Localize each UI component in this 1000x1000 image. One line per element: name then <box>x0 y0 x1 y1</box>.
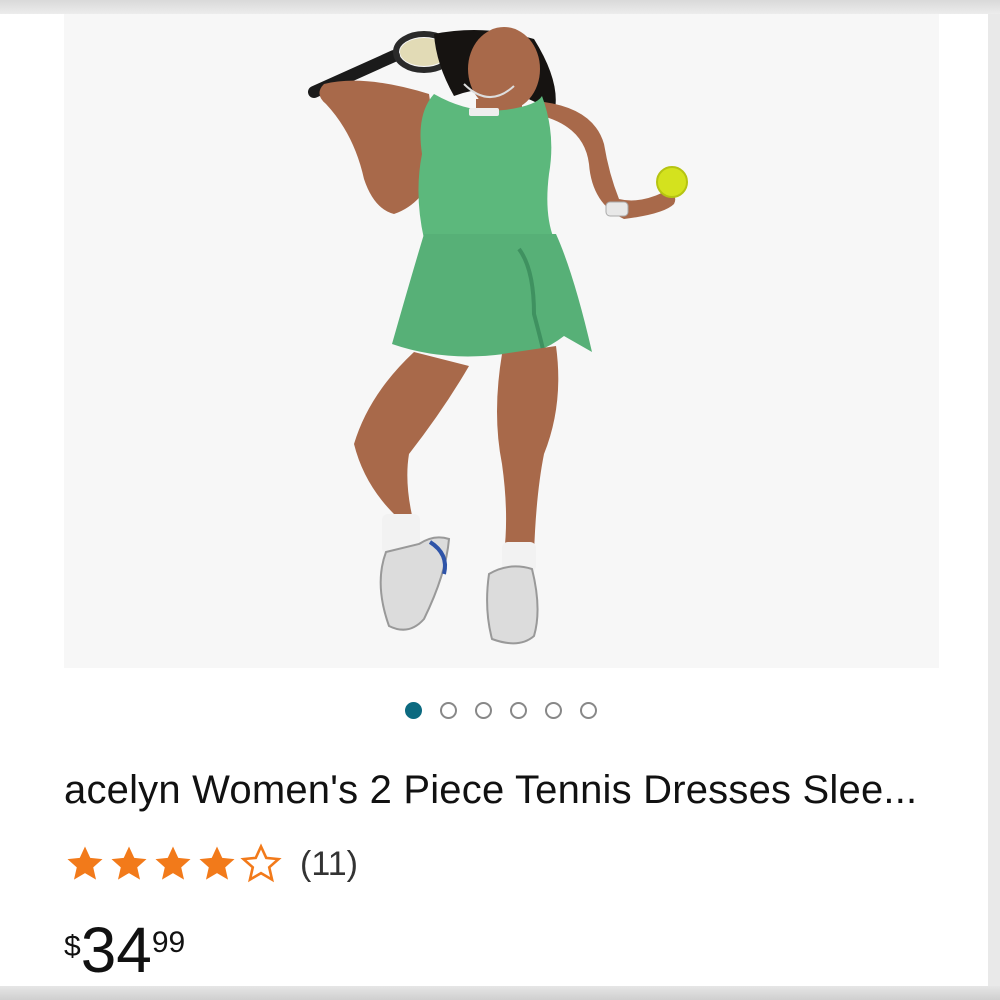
image-carousel-dots <box>0 702 988 726</box>
carousel-dot-4[interactable] <box>510 702 527 719</box>
product-photo-icon <box>308 27 688 645</box>
price-currency: $ <box>64 930 81 963</box>
tennis-ball-icon <box>656 166 688 198</box>
carousel-dot-6[interactable] <box>580 702 597 719</box>
star-full-icon <box>155 846 191 880</box>
star-empty-icon <box>240 843 282 883</box>
carousel-dot-3[interactable] <box>475 702 492 719</box>
carousel-dot-2[interactable] <box>440 702 457 719</box>
bottom-edge <box>0 986 1000 1000</box>
rating-row[interactable]: (11) <box>64 840 358 888</box>
price-whole: 34 <box>80 914 152 986</box>
star-rating <box>64 843 282 885</box>
star-full-icon <box>67 846 103 880</box>
product-title[interactable]: acelyn Women's 2 Piece Tennis Dresses Sl… <box>64 768 954 813</box>
top-edge <box>0 0 1000 14</box>
review-count[interactable]: (11) <box>300 845 358 884</box>
carousel-dot-5[interactable] <box>545 702 562 719</box>
price-fraction: 99 <box>151 926 186 959</box>
star-full-icon <box>199 846 235 880</box>
product-card: acelyn Women's 2 Piece Tennis Dresses Sl… <box>0 14 988 986</box>
right-edge <box>988 14 1000 986</box>
price: $ 34 99 <box>64 918 185 982</box>
carousel-dot-1[interactable] <box>405 702 422 719</box>
product-image[interactable] <box>64 14 939 668</box>
star-full-icon <box>111 846 147 880</box>
